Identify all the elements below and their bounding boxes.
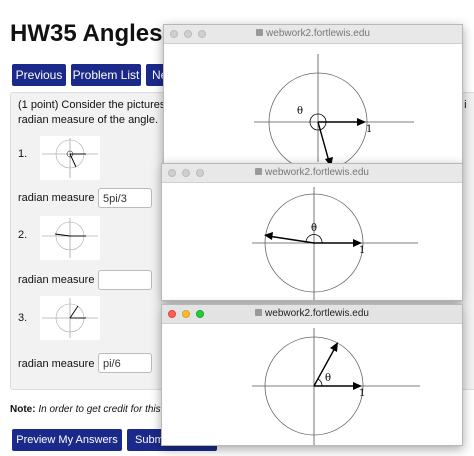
window-3-url: webwork2.fortlewis.edu <box>162 308 462 319</box>
window-2-theta: θ <box>311 223 317 234</box>
answer-input-2[interactable] <box>98 270 152 290</box>
answer-input-1[interactable]: 5pi/3 <box>98 188 152 208</box>
window-3-titlebar[interactable]: webwork2.fortlewis.edu <box>162 305 462 324</box>
popup-window-3[interactable]: webwork2.fortlewis.edu θ 1 <box>161 304 463 446</box>
preview-answers-button[interactable]: Preview My Answers <box>12 429 122 451</box>
answer-input-3[interactable]: pi/6 <box>98 353 152 373</box>
previous-button[interactable]: Previous <box>12 64 66 86</box>
popup-window-2[interactable]: webwork2.fortlewis.edu θ 1 <box>161 163 463 301</box>
window-2-url-text: webwork2.fortlewis.edu <box>265 167 369 178</box>
window-1-theta: θ <box>297 106 303 117</box>
window-3-url-text: webwork2.fortlewis.edu <box>265 308 369 319</box>
window-3-unit-label: 1 <box>359 388 365 399</box>
item-number-2: 2. <box>18 229 28 241</box>
problem-intro-line1: (1 point) Consider the pictures bel <box>18 99 184 111</box>
window-2-url: webwork2.fortlewis.edu <box>162 167 462 178</box>
radian-label-3: radian measure = <box>18 358 104 370</box>
window-2-unit-label: 1 <box>359 245 365 256</box>
note: Note: In order to get credit for this <box>10 404 161 415</box>
lock-icon <box>255 308 263 316</box>
radian-label-1: radian measure = <box>18 192 104 204</box>
window-3-angle-figure: θ 1 <box>252 328 420 445</box>
window-1-url: webwork2.fortlewis.edu <box>164 28 462 39</box>
lock-icon <box>255 167 263 175</box>
angle-thumbnail-3[interactable] <box>40 296 100 340</box>
problem-list-button[interactable]: Problem List <box>71 64 141 86</box>
window-1-titlebar[interactable]: webwork2.fortlewis.edu <box>164 25 462 44</box>
note-label: Note: <box>10 404 36 415</box>
page-title: HW35 Angles: <box>10 20 171 47</box>
popup-window-1[interactable]: webwork2.fortlewis.edu θ 1 <box>163 24 463 164</box>
radian-label-2: radian measure = <box>18 274 104 286</box>
item-number-1: 1. <box>18 148 28 160</box>
window-1-angle-figure: θ 1 <box>254 54 414 163</box>
window-3-theta: θ <box>325 373 331 384</box>
window-2-titlebar[interactable]: webwork2.fortlewis.edu <box>162 164 462 183</box>
window-2-angle-figure: θ 1 <box>252 187 418 300</box>
angle-thumbnail-1[interactable] <box>40 136 100 180</box>
problem-intro-line2: radian measure of the angle. <box>18 114 159 126</box>
window-1-url-text: webwork2.fortlewis.edu <box>266 28 370 39</box>
angle-thumbnail-2[interactable] <box>40 216 100 260</box>
item-number-3: 3. <box>18 312 28 324</box>
note-text: In order to get credit for this <box>38 404 161 415</box>
lock-icon <box>256 28 264 36</box>
window-1-unit-label: 1 <box>366 124 372 135</box>
